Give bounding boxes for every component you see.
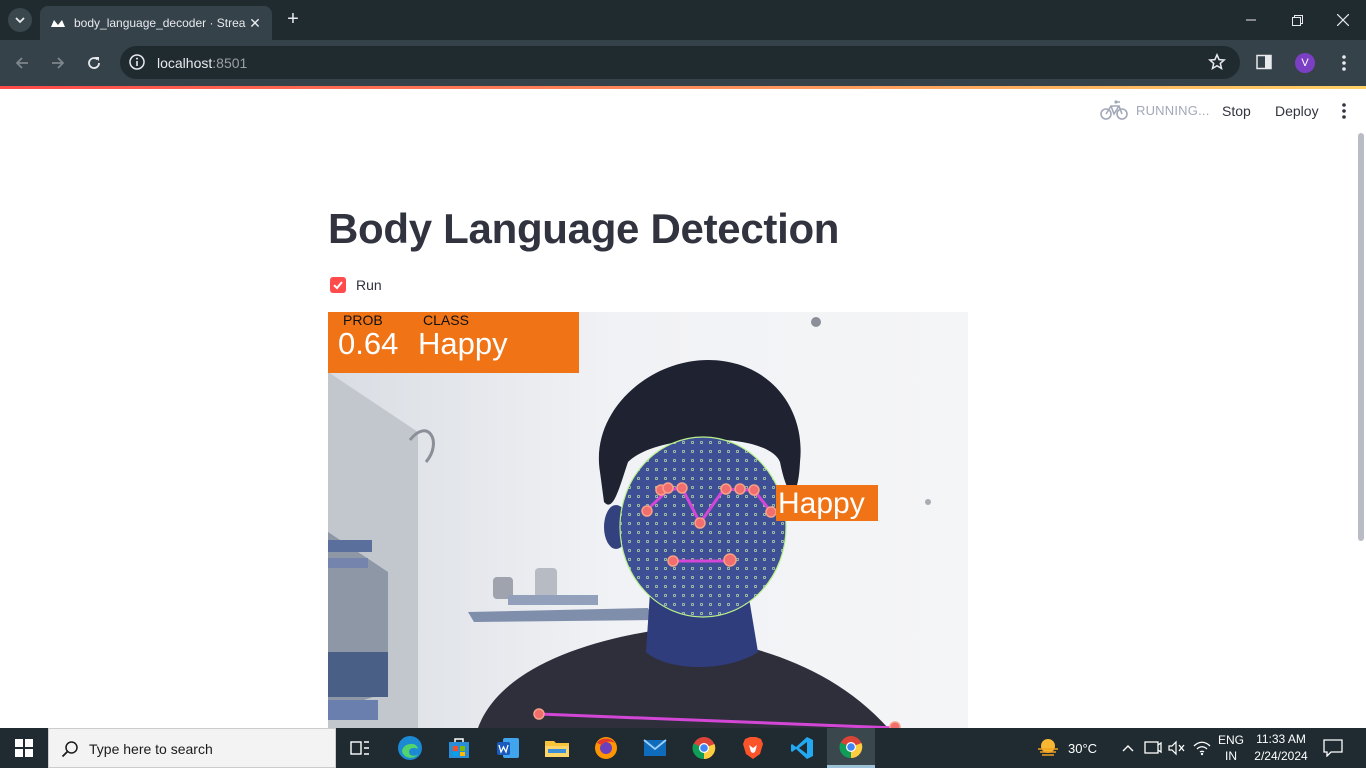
url-host: localhost — [157, 55, 213, 71]
arrow-right-icon — [52, 57, 65, 69]
chevron-down-icon — [15, 17, 25, 24]
mail-app[interactable] — [631, 728, 679, 768]
taskbar-search[interactable]: Type here to search — [48, 728, 336, 768]
vscode-app[interactable] — [778, 728, 826, 768]
browser-tab-strip: body_language_decoder · Streamlit ✕ + — [0, 0, 1366, 40]
prediction-box: PROB CLASS 0.64 Happy — [328, 312, 579, 373]
device-icon — [1144, 741, 1162, 754]
chrome-icon — [692, 737, 716, 760]
chrome-active-app[interactable] — [827, 728, 875, 768]
task-view-button[interactable] — [336, 728, 384, 768]
chrome-icon — [839, 735, 863, 758]
profile-avatar[interactable]: V — [1295, 53, 1315, 73]
minimize-button[interactable] — [1228, 0, 1274, 40]
class-value: Happy — [418, 326, 508, 361]
show-hidden-icons-button[interactable] — [1121, 728, 1135, 768]
browser-toolbar: localhost:8501 — [0, 40, 1366, 86]
wifi-icon — [1193, 741, 1211, 756]
bookmark-star-icon[interactable] — [1207, 52, 1227, 76]
forward-button[interactable] — [44, 49, 72, 77]
meet-now-button[interactable] — [1144, 728, 1162, 768]
address-bar[interactable]: localhost:8501 — [120, 46, 1240, 79]
brave-app[interactable] — [729, 728, 777, 768]
language-indicator[interactable]: ENG IN — [1217, 732, 1245, 764]
arrow-left-icon — [15, 57, 28, 69]
minimize-icon — [1246, 19, 1256, 21]
weather-widget[interactable]: 30°C — [1036, 728, 1097, 768]
tab-close-icon[interactable]: ✕ — [246, 15, 264, 32]
word-app[interactable] — [484, 728, 532, 768]
running-label: RUNNING... — [1136, 102, 1210, 118]
network-button[interactable] — [1193, 728, 1211, 768]
vscode-icon — [791, 737, 813, 759]
streamlit-menu-icon[interactable] — [1336, 101, 1352, 121]
stop-button[interactable]: Stop — [1222, 103, 1251, 119]
side-panel-icon[interactable] — [1256, 54, 1272, 75]
sun-haze-icon — [1038, 739, 1058, 756]
volume-button[interactable] — [1168, 728, 1186, 768]
store-app[interactable] — [435, 728, 483, 768]
bicycle-icon — [1100, 100, 1128, 120]
lang-line1: ENG — [1217, 733, 1244, 747]
close-window-button[interactable] — [1320, 0, 1366, 40]
checkmark-icon — [333, 281, 343, 290]
search-placeholder: Type here to search — [89, 741, 213, 757]
restore-button[interactable] — [1274, 0, 1320, 40]
clock-time: 11:33 AM — [1256, 732, 1306, 746]
volume-muted-icon — [1168, 740, 1185, 756]
task-view-icon — [350, 741, 369, 755]
chrome-app[interactable] — [680, 728, 728, 768]
close-icon — [1337, 14, 1349, 26]
clock-date: 2/24/2024 — [1254, 749, 1308, 763]
page-scrollbar[interactable] — [1358, 133, 1364, 541]
browser-tab[interactable]: body_language_decoder · Streamlit ✕ — [40, 6, 272, 40]
taskbar-clock[interactable]: 11:33 AM 2/24/2024 — [1250, 731, 1312, 765]
url-port: :8501 — [212, 55, 248, 71]
prob-value: 0.64 — [338, 326, 399, 361]
windows-taskbar: Type here to search 30°C ENG IN 11:33 AM… — [0, 728, 1366, 768]
firefox-icon — [595, 737, 617, 759]
start-button[interactable] — [0, 728, 48, 768]
tab-title: body_language_decoder · Streamlit — [74, 16, 246, 30]
new-tab-button[interactable]: + — [282, 8, 304, 32]
page-title: Body Language Detection — [328, 205, 840, 252]
folder-icon — [545, 741, 569, 757]
edge-app[interactable] — [386, 728, 434, 768]
mail-icon — [643, 739, 667, 756]
url-text: localhost:8501 — [157, 55, 247, 71]
file-explorer-app[interactable] — [533, 728, 581, 768]
deploy-button[interactable]: Deploy — [1275, 103, 1319, 119]
windows-logo-icon — [15, 739, 33, 757]
streamlit-favicon-icon — [50, 15, 66, 31]
notification-button[interactable] — [1323, 728, 1343, 768]
webcam-frame: PROB CLASS 0.64 Happy Happy — [328, 312, 968, 728]
tab-search-button[interactable] — [8, 8, 32, 32]
brave-icon — [743, 737, 763, 759]
run-checkbox[interactable] — [330, 277, 346, 293]
browser-menu-icon[interactable] — [1334, 52, 1354, 74]
firefox-app[interactable] — [582, 728, 630, 768]
back-button[interactable] — [8, 49, 36, 77]
weather-temp: 30°C — [1068, 740, 1098, 756]
site-info-icon[interactable] — [128, 53, 146, 71]
store-icon — [449, 738, 469, 758]
face-class-label: Happy — [776, 485, 878, 521]
lang-line2: IN — [1225, 749, 1237, 763]
search-icon — [61, 740, 79, 763]
reload-icon — [88, 57, 100, 69]
chevron-up-icon — [1122, 745, 1134, 752]
restore-icon — [1291, 14, 1303, 26]
run-checkbox-label[interactable]: Run — [356, 277, 382, 293]
running-status: RUNNING... — [1100, 99, 1210, 121]
notification-icon — [1323, 739, 1343, 757]
edge-icon — [398, 736, 422, 760]
reload-button[interactable] — [80, 49, 108, 77]
word-icon — [497, 738, 519, 758]
